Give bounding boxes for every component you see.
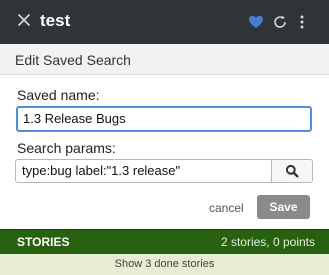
more-icon[interactable] bbox=[298, 14, 314, 30]
search-icon bbox=[285, 164, 299, 178]
show-done-stories-bar[interactable]: Show 3 done stories bbox=[0, 254, 329, 275]
search-params-field[interactable]: type:bug label:"1.3 release" bbox=[15, 159, 313, 183]
stories-summary: 2 stories, 0 points bbox=[220, 235, 315, 249]
search-params-label: Search params: bbox=[17, 140, 116, 156]
save-button[interactable]: Save bbox=[257, 195, 310, 219]
search-button[interactable] bbox=[271, 160, 312, 182]
search-params-input[interactable]: type:bug label:"1.3 release" bbox=[22, 163, 180, 179]
panel-title: test bbox=[40, 11, 71, 30]
cancel-button[interactable]: cancel bbox=[209, 201, 244, 215]
saved-name-label: Saved name: bbox=[17, 87, 100, 103]
stories-section-header: STORIES 2 stories, 0 points bbox=[0, 229, 329, 254]
saved-name-input[interactable]: 1.3 Release Bugs bbox=[16, 106, 312, 132]
show-done-stories-label[interactable]: Show 3 done stories bbox=[0, 258, 329, 271]
heart-icon[interactable] bbox=[248, 14, 264, 30]
refresh-icon[interactable] bbox=[272, 14, 288, 30]
close-icon[interactable] bbox=[17, 13, 31, 29]
edit-saved-search-header: Edit Saved Search bbox=[0, 44, 329, 75]
panel-titlebar: test bbox=[0, 0, 329, 44]
stories-label: STORIES bbox=[17, 235, 70, 249]
edit-saved-search-form: Saved name: 1.3 Release Bugs Search para… bbox=[0, 75, 329, 229]
edit-saved-search-title: Edit Saved Search bbox=[15, 52, 131, 68]
